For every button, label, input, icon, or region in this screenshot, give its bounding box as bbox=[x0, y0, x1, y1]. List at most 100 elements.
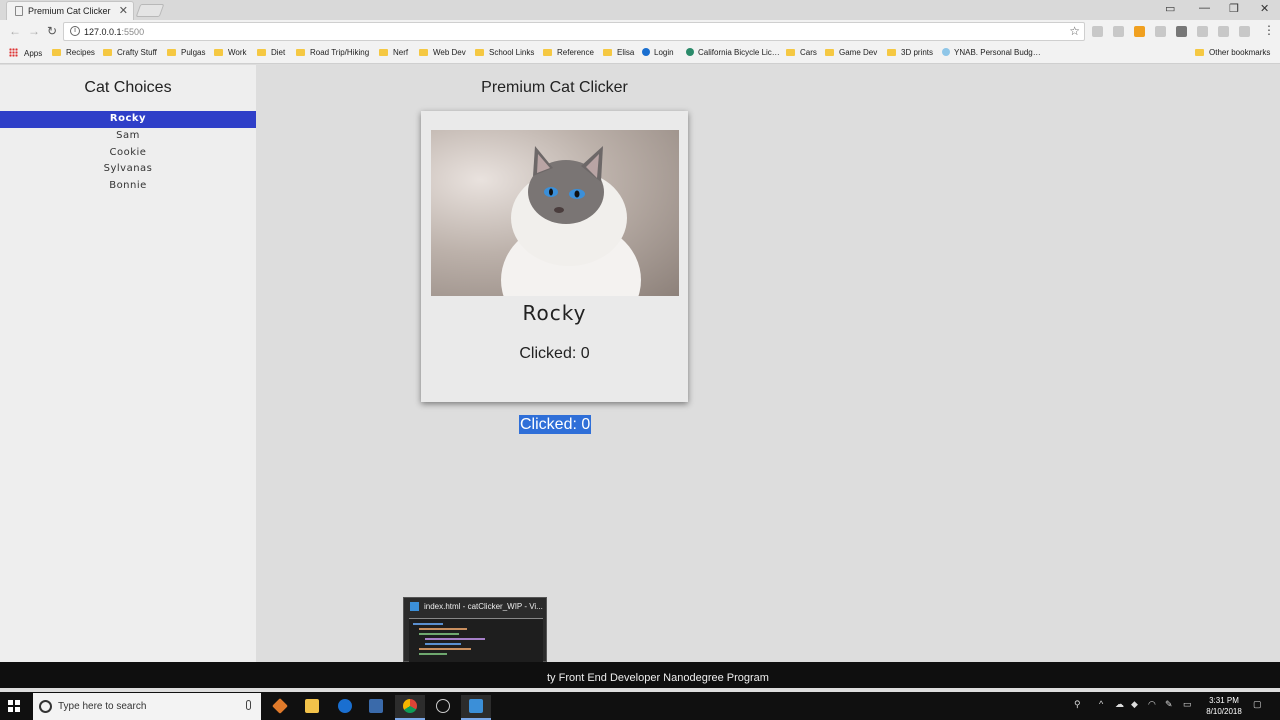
cat-item-sylvanas[interactable]: Sylvanas bbox=[0, 161, 256, 178]
bookmark-game-dev[interactable]: Game Dev bbox=[825, 48, 877, 57]
people-icon[interactable]: ⚲ bbox=[1074, 699, 1081, 710]
bookmark-pulgas[interactable]: Pulgas bbox=[167, 48, 205, 57]
window-close-icon[interactable]: ✕ bbox=[1260, 2, 1269, 15]
cat-item-sam[interactable]: Sam bbox=[0, 128, 256, 145]
folder-icon bbox=[52, 49, 61, 56]
preview-thumbnail[interactable] bbox=[409, 618, 543, 662]
cat-card: Rocky Clicked: 0 bbox=[421, 111, 688, 402]
bookmark-label: Game Dev bbox=[839, 48, 878, 57]
taskbar-vscode[interactable] bbox=[461, 695, 491, 720]
menu-icon[interactable]: ⋮ bbox=[1263, 23, 1275, 37]
bookmark-label: Cars bbox=[800, 48, 817, 57]
extension-icon[interactable] bbox=[1218, 26, 1229, 37]
sidebar-title: Cat Choices bbox=[84, 79, 172, 96]
amazon-icon[interactable] bbox=[1134, 26, 1145, 37]
extension-icon[interactable] bbox=[1155, 26, 1166, 37]
folder-icon bbox=[825, 49, 834, 56]
taskbar-search[interactable]: Type here to search bbox=[33, 693, 261, 720]
keyboard-icon[interactable]: ▭ bbox=[1183, 699, 1192, 710]
clock-time: 3:31 PM bbox=[1209, 696, 1239, 705]
bookmark-ynab[interactable]: YNAB. Personal Budg… bbox=[942, 48, 1041, 57]
bookmark-label: Reference bbox=[557, 48, 594, 57]
bookmark-label: California Bicycle Lic… bbox=[698, 48, 780, 57]
extension-icon[interactable] bbox=[1239, 26, 1250, 37]
app-icon bbox=[369, 699, 383, 713]
onedrive-icon[interactable]: ☁ bbox=[1115, 699, 1124, 710]
close-icon[interactable]: ✕ bbox=[119, 4, 128, 17]
bookmark-recipes[interactable]: Recipes bbox=[52, 48, 95, 57]
folder-icon bbox=[167, 49, 176, 56]
taskbar-app[interactable] bbox=[361, 695, 391, 720]
folder-icon bbox=[296, 49, 305, 56]
bookmark-work[interactable]: Work bbox=[214, 48, 247, 57]
page-icon bbox=[15, 6, 23, 16]
bookmark-reference[interactable]: Reference bbox=[543, 48, 594, 57]
url-host: 127.0.0.1 bbox=[84, 27, 122, 37]
taskbar-chrome[interactable] bbox=[395, 695, 425, 720]
folder-icon bbox=[543, 49, 552, 56]
cat-item-rocky[interactable]: Rocky bbox=[0, 111, 256, 128]
bookmark-crafty-stuff[interactable]: Crafty Stuff bbox=[103, 48, 157, 57]
tab-strip: Premium Cat Clicker ✕ ▭ — ❐ ✕ bbox=[0, 0, 1280, 20]
bookmark-3d-prints[interactable]: 3D prints bbox=[887, 48, 933, 57]
sidebar: Cat Choices Rocky Sam Cookie Sylvanas Bo… bbox=[0, 65, 256, 662]
bookmark-label: Diet bbox=[271, 48, 286, 57]
notifications-icon[interactable]: ▢ bbox=[1253, 699, 1262, 710]
bookmark-label: School Links bbox=[489, 48, 535, 57]
taskbar-unity[interactable] bbox=[428, 695, 458, 720]
bookmark-nerf[interactable]: Nerf bbox=[379, 48, 408, 57]
bookmark-label: Web Dev bbox=[433, 48, 466, 57]
tab-premium-cat-clicker[interactable]: Premium Cat Clicker ✕ bbox=[6, 1, 134, 20]
wifi-icon[interactable]: ◠ bbox=[1148, 699, 1156, 710]
shield-icon[interactable] bbox=[1176, 26, 1187, 37]
bookmark-label: YNAB. Personal Budg… bbox=[954, 48, 1041, 57]
bookmark-road-trip[interactable]: Road Trip/Hiking bbox=[296, 48, 369, 57]
restore-icon[interactable]: ❐ bbox=[1229, 2, 1239, 15]
folder-icon bbox=[305, 699, 319, 713]
globe-icon bbox=[686, 48, 694, 56]
bookmark-apps[interactable]: Apps bbox=[9, 48, 42, 58]
bookmark-elisa[interactable]: Elisa bbox=[603, 48, 634, 57]
bookmark-star-icon[interactable]: ☆ bbox=[1069, 24, 1080, 38]
bookmark-cars[interactable]: Cars bbox=[786, 48, 817, 57]
system-clock[interactable]: 3:31 PM 8/10/2018 bbox=[1200, 695, 1248, 717]
cat-photo[interactable] bbox=[431, 130, 679, 296]
cat-item-cookie[interactable]: Cookie bbox=[0, 145, 256, 162]
extension-icon[interactable] bbox=[1197, 26, 1208, 37]
click-counter: Clicked: 0 bbox=[519, 345, 590, 362]
bookmark-diet[interactable]: Diet bbox=[257, 48, 285, 57]
microphone-icon[interactable] bbox=[246, 700, 251, 710]
windows-start-icon[interactable] bbox=[8, 700, 20, 712]
taskbar-edge[interactable] bbox=[330, 695, 360, 720]
browser-toolbar: ← → ↻ i 127.0.0.1:5500 ☆ ⋮ bbox=[0, 20, 1280, 44]
extension-icon[interactable] bbox=[1092, 26, 1103, 37]
taskbar-file-explorer[interactable] bbox=[297, 695, 327, 720]
back-icon[interactable]: ← bbox=[9, 24, 21, 38]
profile-icon[interactable]: ▭ bbox=[1165, 2, 1175, 15]
dropbox-icon[interactable]: ◆ bbox=[1131, 699, 1138, 710]
bookmark-label: Other bookmarks bbox=[1209, 48, 1271, 57]
search-placeholder: Type here to search bbox=[58, 701, 147, 712]
git-icon bbox=[272, 698, 288, 714]
bookmark-school-links[interactable]: School Links bbox=[475, 48, 534, 57]
cat-item-bonnie[interactable]: Bonnie bbox=[0, 178, 256, 195]
taskbar-git[interactable] bbox=[265, 695, 295, 720]
bookmark-login[interactable]: Login bbox=[642, 48, 674, 57]
new-tab-button[interactable] bbox=[135, 4, 165, 17]
minimize-icon[interactable]: — bbox=[1199, 2, 1210, 14]
taskbar-window-preview[interactable]: index.html - catClicker_WIP - Vi... bbox=[403, 597, 547, 662]
forward-icon[interactable]: → bbox=[28, 24, 40, 38]
bookmark-other[interactable]: Other bookmarks bbox=[1195, 48, 1270, 57]
bookmark-label: Login bbox=[654, 48, 674, 57]
pen-icon[interactable]: ✎ bbox=[1165, 699, 1173, 710]
video-caption: ty Front End Developer Nanodegree Progra… bbox=[547, 672, 769, 684]
bookmark-web-dev[interactable]: Web Dev bbox=[419, 48, 466, 57]
bookmarks-bar: Apps Recipes Crafty Stuff Pulgas Work Di… bbox=[0, 44, 1280, 64]
bookmark-california-bicycle[interactable]: California Bicycle Lic… bbox=[686, 48, 780, 57]
reload-icon[interactable]: ↻ bbox=[47, 24, 57, 38]
windows-taskbar: Type here to search ⚲ ^ ☁ ◆ ◠ ✎ ▭ 3:31 P… bbox=[0, 692, 1280, 720]
extension-icon[interactable] bbox=[1113, 26, 1124, 37]
address-bar[interactable]: i 127.0.0.1:5500 ☆ bbox=[63, 22, 1085, 41]
chevron-up-icon[interactable]: ^ bbox=[1099, 699, 1103, 709]
info-icon[interactable]: i bbox=[70, 26, 80, 36]
